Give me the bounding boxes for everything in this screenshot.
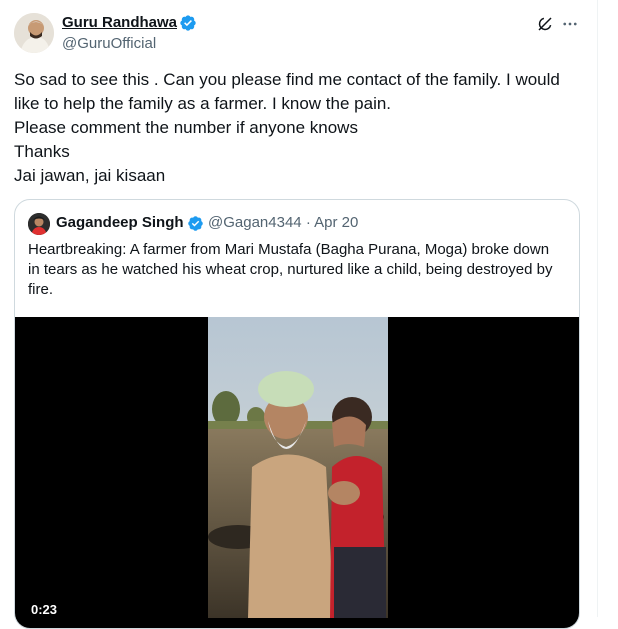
tweet-text: So sad to see this . Can you please find…	[14, 68, 586, 188]
grok-icon[interactable]	[534, 13, 556, 35]
verified-badge-icon	[179, 14, 197, 32]
verified-badge-icon	[187, 215, 204, 232]
quoted-line: in tears as he watched his wheat crop, n…	[28, 261, 553, 278]
quoted-date[interactable]: Apr 20	[314, 214, 358, 231]
quoted-text: Heartbreaking: A farmer from Mari Mustaf…	[28, 240, 573, 300]
quoted-display-name[interactable]: Gagandeep Singh	[56, 214, 184, 231]
tweet-line: like to help the family as a farmer. I k…	[14, 94, 392, 113]
more-dots-icon[interactable]	[559, 13, 581, 35]
column-divider	[597, 0, 598, 617]
video-duration: 0:23	[31, 602, 58, 617]
quoted-meta: @Gagan4344 · Apr 20	[208, 214, 358, 231]
video-frame	[208, 317, 388, 618]
quoted-line: fire.	[28, 281, 54, 298]
tweet-line: Thanks	[14, 142, 70, 161]
video-player[interactable]: 0:23	[15, 317, 579, 628]
tweet-line: Jai jawan, jai kisaan	[14, 166, 166, 185]
author-display-name[interactable]: Guru Randhawa	[62, 14, 177, 31]
meta-separator: ·	[305, 214, 311, 231]
author-handle[interactable]: @GuruOfficial	[62, 35, 156, 52]
tweet-line: So sad to see this . Can you please find…	[14, 70, 560, 89]
author-avatar[interactable]	[14, 13, 54, 53]
quoted-handle[interactable]: @Gagan4344	[208, 214, 302, 231]
tweet[interactable]: Guru Randhawa @GuruOfficial So sad to se…	[0, 0, 597, 629]
quoted-author-avatar[interactable]	[28, 213, 50, 235]
tweet-line: Please comment the number if anyone know…	[14, 118, 358, 137]
quoted-line: Heartbreaking: A farmer from Mari Mustaf…	[28, 241, 550, 258]
quoted-tweet[interactable]: Gagandeep Singh @Gagan4344 · Apr 20 Hear…	[14, 199, 580, 629]
